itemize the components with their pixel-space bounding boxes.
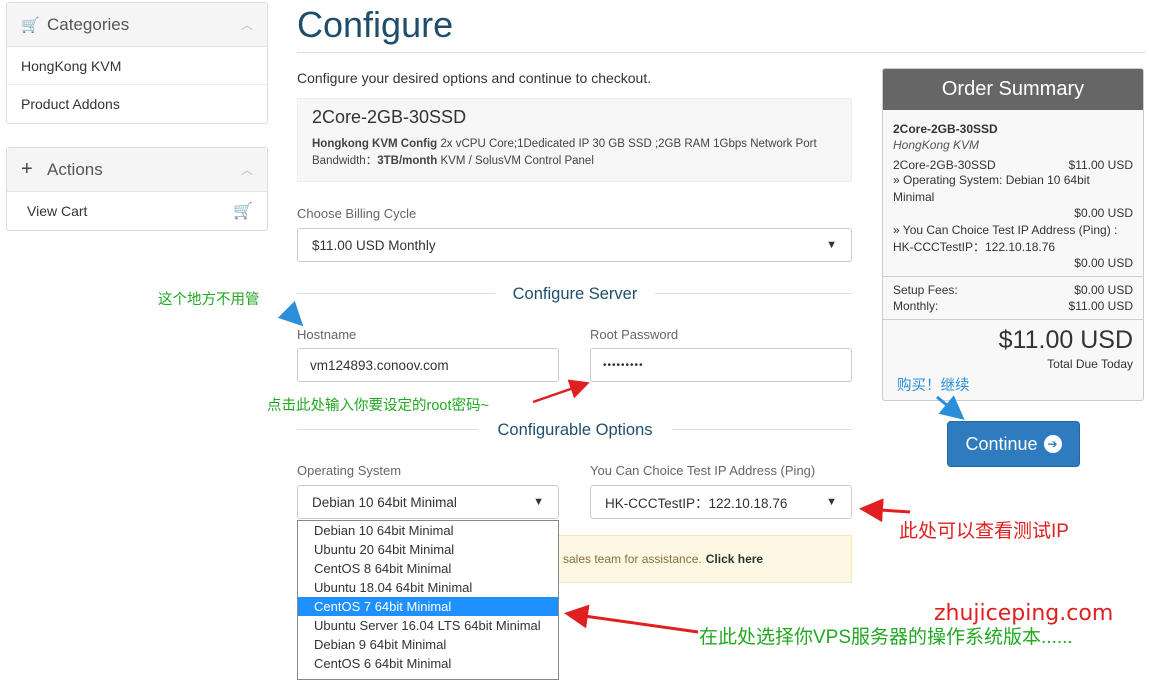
annotation-arrows — [277, 300, 965, 634]
arrow-os — [564, 604, 699, 634]
arrow-test-ip — [859, 498, 911, 523]
arrow-ignore — [277, 300, 304, 327]
arrow-root-password — [532, 379, 590, 404]
arrow-continue — [936, 395, 965, 420]
